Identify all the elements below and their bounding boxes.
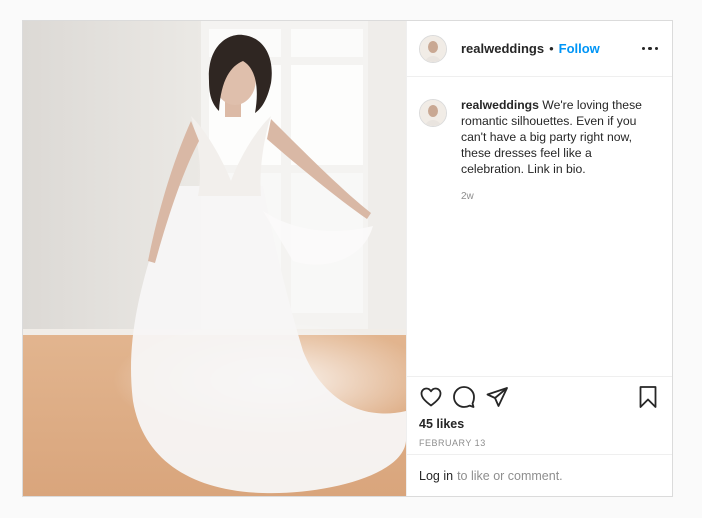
separator-dot: •: [549, 41, 554, 56]
actions-area: 45 likes FEBRUARY 13: [407, 376, 672, 454]
caption-timestamp[interactable]: 2w: [461, 189, 651, 205]
comment-icon[interactable]: [452, 385, 476, 409]
avatar[interactable]: [419, 34, 447, 63]
login-prompt: Log in to like or comment.: [407, 454, 672, 496]
caption-avatar[interactable]: [419, 99, 447, 127]
bride-photo: [23, 21, 406, 496]
post-date[interactable]: FEBRUARY 13: [419, 438, 660, 448]
likes-count[interactable]: 45 likes: [419, 417, 660, 431]
action-bar: [419, 385, 660, 409]
post-sidebar: realweddings • Follow realweddings We're…: [406, 21, 672, 496]
more-options-icon[interactable]: [641, 43, 658, 55]
heart-icon[interactable]: [419, 385, 443, 409]
share-icon[interactable]: [485, 385, 509, 409]
login-prompt-text: to like or comment.: [457, 468, 563, 483]
username-link[interactable]: realweddings: [461, 41, 544, 56]
login-link[interactable]: Log in: [419, 469, 453, 483]
post-header: realweddings • Follow: [407, 21, 672, 77]
caption-row: realweddings We're loving these romantic…: [419, 97, 660, 205]
caption-avatar-image: [420, 100, 446, 126]
post-photo[interactable]: [23, 21, 406, 496]
comments-section: realweddings We're loving these romantic…: [407, 77, 672, 376]
avatar-image: [420, 35, 446, 62]
follow-button[interactable]: Follow: [559, 41, 600, 56]
caption-body: realweddings We're loving these romantic…: [461, 97, 651, 205]
bookmark-icon[interactable]: [636, 385, 660, 409]
post-card: realweddings • Follow realweddings We're…: [22, 20, 673, 497]
caption-username-link[interactable]: realweddings: [461, 98, 539, 112]
